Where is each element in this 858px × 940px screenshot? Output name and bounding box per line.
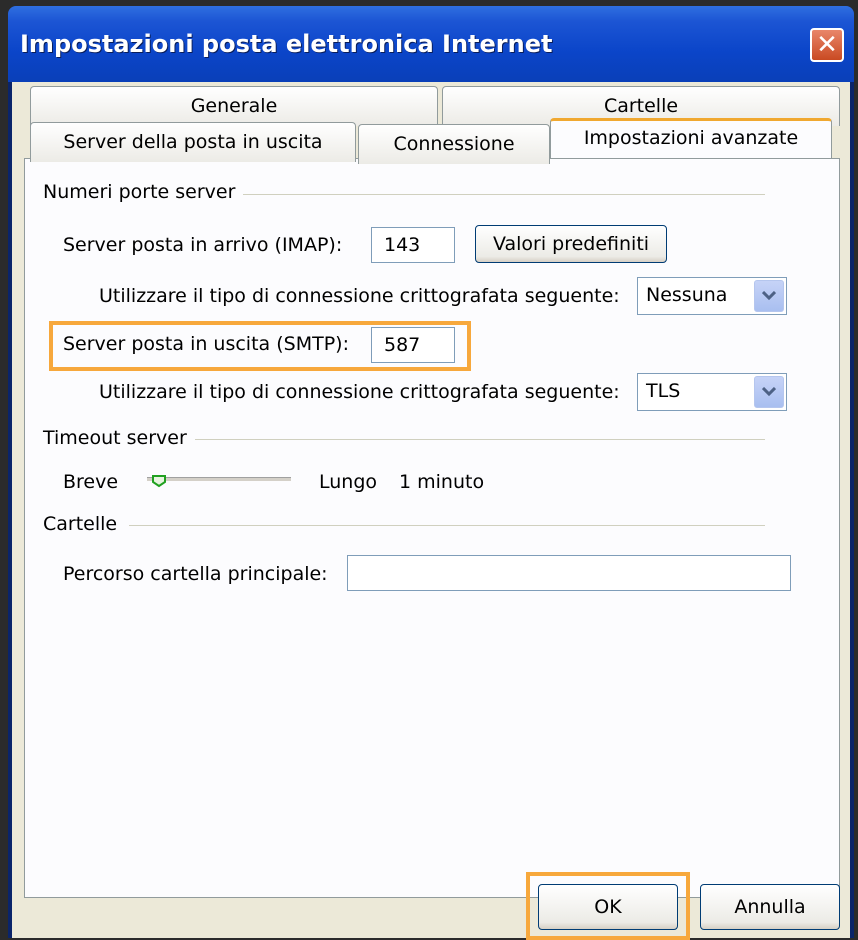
timeout-slider-thumb[interactable] bbox=[151, 471, 167, 493]
timeout-slider-track[interactable] bbox=[147, 477, 291, 481]
group-divider bbox=[129, 525, 765, 526]
tab-server-posta-uscita[interactable]: Server della posta in uscita bbox=[30, 122, 356, 162]
root-path-label: Percorso cartella principale: bbox=[63, 563, 328, 585]
incoming-port-label: Server posta in arrivo (IMAP): bbox=[63, 234, 343, 256]
outgoing-port-input[interactable]: 587 bbox=[371, 327, 455, 363]
ok-button[interactable]: OK bbox=[538, 884, 678, 930]
group-divider bbox=[195, 439, 765, 440]
tab-impostazioni-avanzate[interactable]: Impostazioni avanzate bbox=[550, 118, 832, 158]
chevron-down-icon[interactable] bbox=[754, 376, 784, 408]
outgoing-encryption-value: TLS bbox=[646, 380, 681, 402]
group-label-folders: Cartelle bbox=[43, 513, 126, 535]
incoming-port-input[interactable]: 143 bbox=[371, 227, 455, 263]
timeout-value-label: 1 minuto bbox=[399, 471, 485, 493]
incoming-encryption-label: Utilizzare il tipo di connessione critto… bbox=[99, 285, 620, 307]
outgoing-encryption-select[interactable]: TLS bbox=[637, 373, 787, 411]
close-icon: ✕ bbox=[816, 30, 838, 60]
chevron-down-icon[interactable] bbox=[754, 280, 784, 312]
window-title: Impostazioni posta elettronica Internet bbox=[20, 30, 553, 58]
tab-connessione[interactable]: Connessione bbox=[358, 124, 550, 164]
incoming-encryption-value: Nessuna bbox=[646, 284, 728, 306]
group-divider bbox=[225, 194, 765, 195]
incoming-encryption-select[interactable]: Nessuna bbox=[637, 277, 787, 315]
timeout-short-label: Breve bbox=[63, 471, 119, 493]
default-values-button[interactable]: Valori predefiniti bbox=[475, 225, 667, 263]
tab-generale[interactable]: Generale bbox=[30, 86, 438, 126]
group-label-timeout: Timeout server bbox=[43, 427, 195, 449]
dialog-client-area: Generale Cartelle Server della posta in … bbox=[12, 82, 850, 940]
title-bar[interactable]: Impostazioni posta elettronica Internet … bbox=[8, 6, 854, 82]
cancel-button[interactable]: Annulla bbox=[700, 884, 840, 930]
tab-panel-advanced: Numeri porte server Server posta in arri… bbox=[24, 158, 840, 898]
outgoing-port-label: Server posta in uscita (SMTP): bbox=[63, 333, 349, 355]
close-button[interactable]: ✕ bbox=[810, 28, 844, 62]
timeout-long-label: Lungo bbox=[319, 471, 378, 493]
outgoing-encryption-label: Utilizzare il tipo di connessione critto… bbox=[99, 381, 620, 403]
dialog-window: Impostazioni posta elettronica Internet … bbox=[8, 6, 854, 940]
root-path-input[interactable] bbox=[347, 555, 791, 591]
group-label-ports: Numeri porte server bbox=[43, 181, 244, 203]
